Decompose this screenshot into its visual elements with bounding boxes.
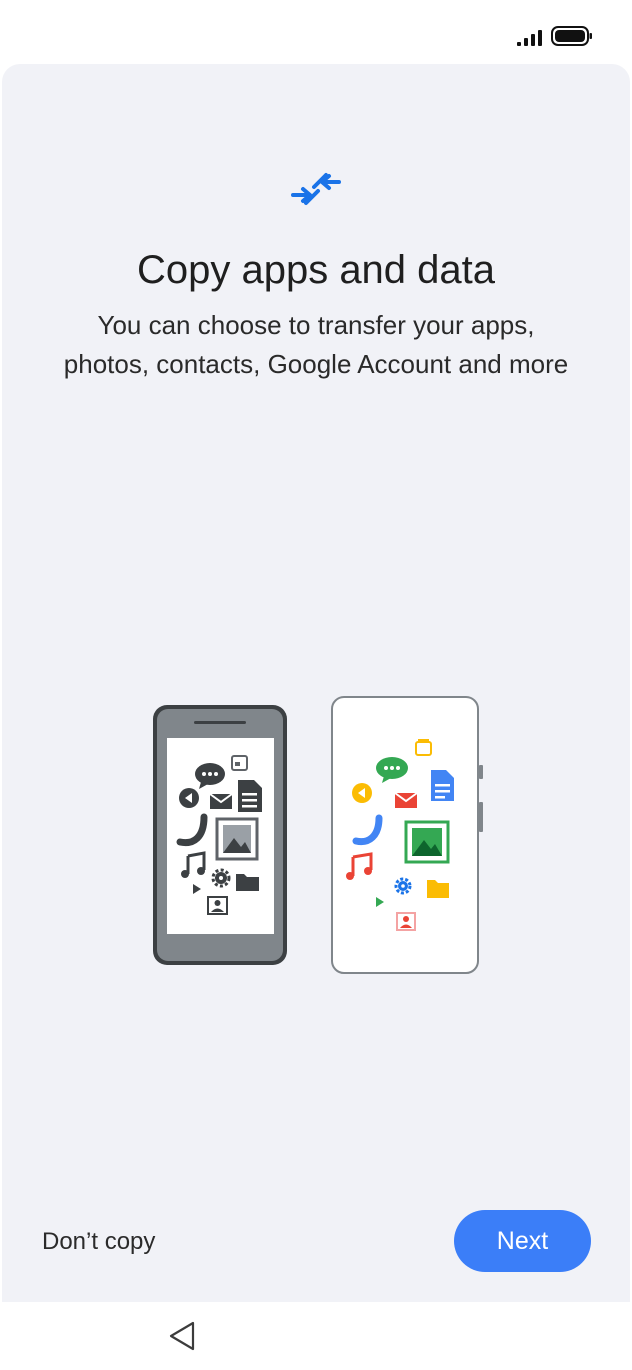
document-icon bbox=[431, 770, 454, 801]
mail-icon bbox=[209, 793, 233, 809]
document-icon bbox=[238, 780, 262, 812]
dont-copy-button[interactable]: Don’t copy bbox=[42, 1222, 155, 1262]
status-bar bbox=[0, 0, 632, 64]
old-phone bbox=[153, 705, 287, 965]
photo-icon bbox=[215, 817, 259, 861]
navigation-bar bbox=[0, 1302, 632, 1370]
phone-transfer-illustration bbox=[153, 696, 483, 974]
new-phone bbox=[331, 696, 483, 974]
page-description: You can choose to transfer your apps, ph… bbox=[63, 310, 569, 379]
photo-icon bbox=[404, 820, 450, 864]
transfer-arrows-icon bbox=[291, 173, 341, 205]
back-triangle-icon[interactable] bbox=[166, 1318, 198, 1354]
audio-icon bbox=[352, 783, 372, 803]
next-button[interactable]: Next bbox=[454, 1210, 591, 1272]
mail-icon bbox=[394, 792, 418, 808]
battery-full-icon bbox=[551, 26, 592, 46]
audio-icon bbox=[179, 788, 199, 808]
cellular-signal-icon bbox=[517, 30, 542, 46]
page-title: Copy apps and data bbox=[136, 248, 496, 292]
